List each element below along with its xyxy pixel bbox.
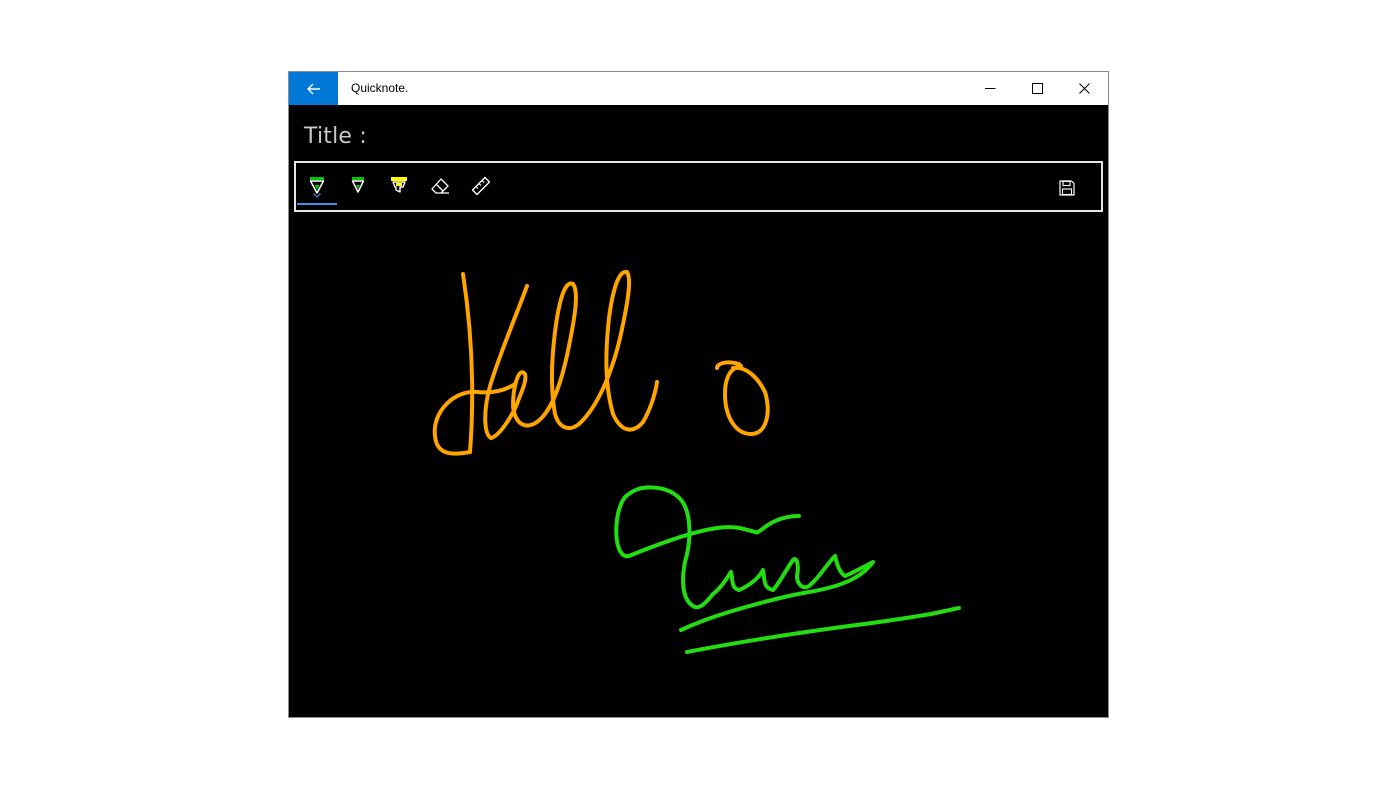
ruler-icon — [471, 176, 491, 195]
back-arrow-icon — [306, 83, 320, 94]
back-button[interactable] — [289, 72, 338, 105]
close-icon — [1078, 83, 1090, 94]
minimize-icon — [984, 88, 995, 89]
eraser-tool[interactable] — [420, 163, 460, 208]
ink-canvas[interactable] — [289, 216, 1108, 717]
pencil-tool[interactable] — [338, 163, 378, 208]
chevron-down-icon — [313, 193, 321, 198]
maximize-button[interactable] — [1014, 72, 1060, 105]
minimize-button[interactable] — [967, 72, 1013, 105]
highlighter-icon — [391, 176, 407, 193]
ink-toolbar — [294, 161, 1103, 212]
save-icon — [1059, 179, 1075, 196]
note-title-label[interactable]: Title : — [304, 124, 367, 149]
title-bar: Quicknote. — [289, 72, 1108, 105]
ink-stroke-hello — [432, 269, 770, 456]
quicknote-window: Quicknote. Title : — [288, 71, 1109, 718]
highlighter-tool[interactable] — [379, 163, 419, 208]
close-button[interactable] — [1061, 72, 1107, 105]
app-title: Quicknote. — [351, 81, 409, 95]
eraser-icon — [431, 177, 449, 194]
pencil-icon — [351, 176, 365, 193]
save-button[interactable] — [1047, 165, 1087, 210]
ink-stroke-signature — [614, 485, 961, 654]
ruler-tool[interactable] — [461, 163, 501, 208]
maximize-icon — [1031, 83, 1043, 94]
ballpoint-pen-tool[interactable] — [297, 163, 337, 208]
